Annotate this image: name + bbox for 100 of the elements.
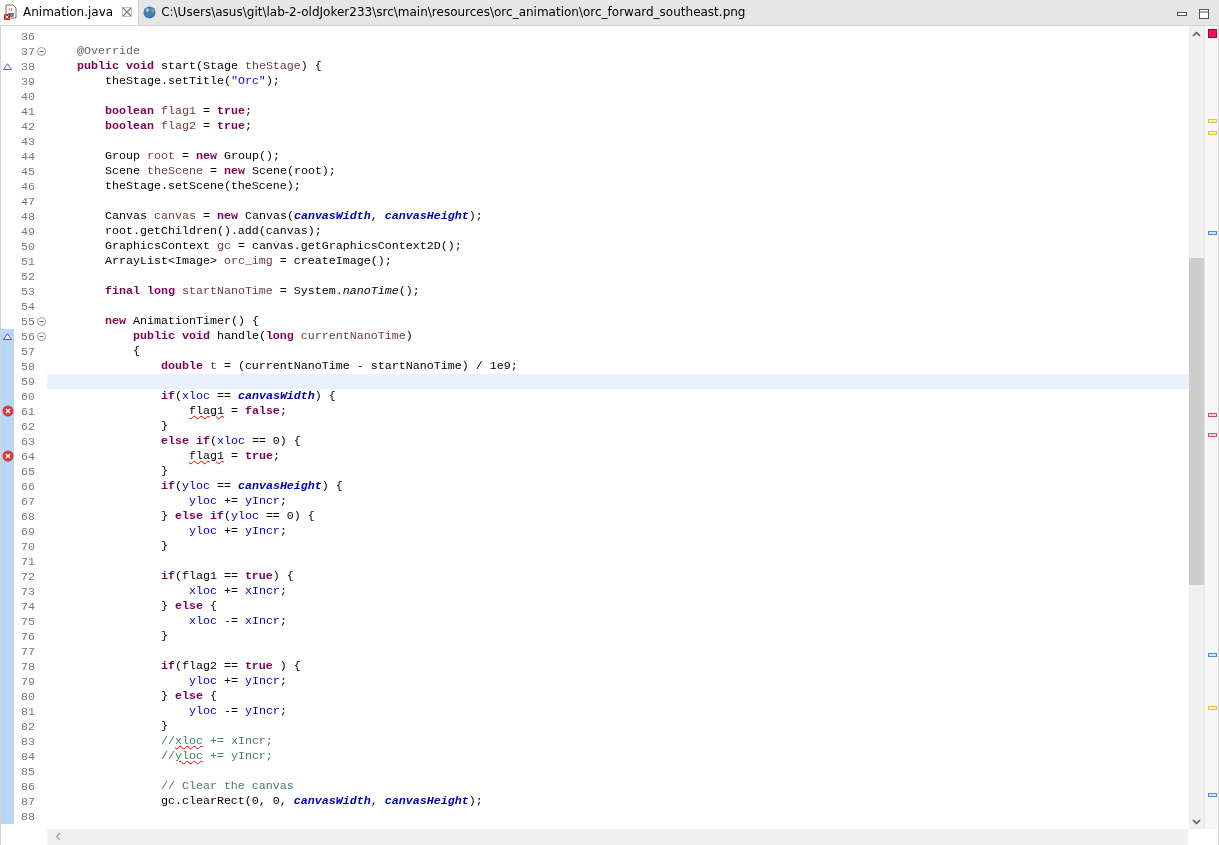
scroll-down-icon[interactable] [1192, 818, 1201, 825]
code-line: root.getChildren().add(canvas); [103, 224, 323, 239]
code-line: xloc -= xIncr; [187, 614, 288, 629]
globe-icon [143, 5, 157, 19]
code-line: flag1 = true; [187, 449, 281, 464]
line-number: 39 [20, 74, 35, 89]
overview-mark[interactable] [1208, 413, 1217, 417]
line-number: 46 [20, 179, 35, 194]
line-number: 65 [20, 464, 35, 479]
line-number: 85 [20, 764, 35, 779]
code-line: new AnimationTimer() { [103, 314, 260, 329]
code-line: Canvas canvas = new Canvas(canvasWidth, canvasHeight); [103, 209, 484, 224]
code-line: final long startNanoTime = System.nanoTime(); [103, 284, 421, 299]
line-number: 57 [20, 344, 35, 359]
line-number: 74 [20, 599, 35, 614]
code-line: public void start(Stage theStage) { [76, 59, 323, 74]
line-number: 80 [20, 689, 35, 704]
code-line: if(yloc == canvasHeight) { [159, 479, 344, 494]
line-number: 50 [20, 239, 35, 254]
collapse-icon[interactable] [36, 47, 46, 56]
code-line: // Clear the canvas [159, 779, 295, 794]
code-line: if(flag1 == true) { [159, 569, 295, 584]
code-line: Group root = new Group(); [103, 149, 281, 164]
overview-mark[interactable] [1208, 433, 1217, 437]
code-line: yloc += yIncr; [187, 524, 288, 539]
line-number: 77 [20, 644, 35, 659]
line-number: 55 [20, 314, 35, 329]
line-number: 48 [20, 209, 35, 224]
line-number: 61 [20, 404, 35, 419]
collapse-icon[interactable] [36, 317, 46, 326]
code-line: yloc += yIncr; [187, 494, 288, 509]
close-icon[interactable] [122, 7, 133, 17]
line-number: 45 [20, 164, 35, 179]
line-number: 44 [20, 149, 35, 164]
code-line: } [159, 719, 169, 734]
line-number: 84 [20, 749, 35, 764]
line-number: 37 [20, 44, 35, 59]
override-icon[interactable] [3, 63, 12, 70]
code-line: } else if(yloc == 0) { [159, 509, 316, 524]
code-line: ArrayList<Image> orc_img = createImage(); [103, 254, 393, 269]
line-number: 68 [20, 509, 35, 524]
override-icon[interactable] [3, 333, 12, 340]
editor-tab[interactable]: C:\Users\asus\git\lab-2-oldJoker233\src\main\resources\orc_animation\orc_forward_southeast.png [139, 0, 752, 25]
line-number: 83 [20, 734, 35, 749]
line-number: 72 [20, 569, 35, 584]
code-line: double t = (currentNanoTime - startNanoTime) / 1e9; [159, 359, 519, 374]
code-line: } [159, 419, 169, 434]
line-number: 63 [20, 434, 35, 449]
file-error-icon [4, 4, 18, 20]
maximize-icon[interactable] [1199, 9, 1209, 19]
line-number: 42 [20, 119, 35, 134]
code-line: if(xloc == canvasWidth) { [159, 389, 337, 404]
line-number: 51 [20, 254, 35, 269]
code-line: GraphicsContext gc = canvas.getGraphicsContext2D(); [103, 239, 463, 254]
line-number: 60 [20, 389, 35, 404]
line-number: 41 [20, 104, 35, 119]
code-line: } else { [159, 689, 218, 704]
line-number: 59 [20, 374, 35, 389]
code-line: } [159, 539, 169, 554]
line-number: 82 [20, 719, 35, 734]
code-line: } [159, 464, 169, 479]
line-number: 88 [20, 809, 35, 824]
overview-mark[interactable] [1208, 231, 1217, 235]
editor-tab[interactable]: Animation.java [0, 0, 140, 25]
code-line: flag1 = false; [187, 404, 288, 419]
code-line: public void handle(long currentNanoTime) [131, 329, 414, 344]
line-number: 71 [20, 554, 35, 569]
overview-mark[interactable] [1208, 793, 1217, 797]
code-line: yloc -= yIncr; [187, 704, 288, 719]
minimize-icon[interactable] [1177, 11, 1187, 17]
line-number: 70 [20, 539, 35, 554]
line-number: 43 [20, 134, 35, 149]
line-number: 76 [20, 629, 35, 644]
line-number: 64 [20, 449, 35, 464]
line-number: 67 [20, 494, 35, 509]
code-line: Scene theScene = new Scene(root); [103, 164, 337, 179]
line-number: 58 [20, 359, 35, 374]
line-number: 79 [20, 674, 35, 689]
line-number: 87 [20, 794, 35, 809]
line-number: 49 [20, 224, 35, 239]
code-line: theStage.setScene(theScene); [103, 179, 302, 194]
overview-mark[interactable] [1208, 653, 1217, 657]
line-number: 38 [20, 59, 35, 74]
code-line: } else { [159, 599, 218, 614]
line-number: 47 [20, 194, 35, 209]
scroll-up-icon[interactable] [1192, 30, 1201, 37]
code-line: //xloc += xIncr; [159, 734, 274, 749]
code-line: } [159, 629, 169, 644]
code-line: yloc += yIncr; [187, 674, 288, 689]
code-line: if(flag2 == true ) { [159, 659, 302, 674]
line-number: 36 [20, 29, 35, 44]
code-line: xloc += xIncr; [187, 584, 288, 599]
code-line: @Override [76, 44, 141, 59]
code-line: theStage.setTitle("Orc"); [103, 74, 281, 89]
line-number: 73 [20, 584, 35, 599]
line-number: 81 [20, 704, 35, 719]
scrollbar-thumb[interactable] [1189, 258, 1204, 585]
line-number: 66 [20, 479, 35, 494]
collapse-icon[interactable] [36, 332, 46, 341]
line-number: 54 [20, 299, 35, 314]
